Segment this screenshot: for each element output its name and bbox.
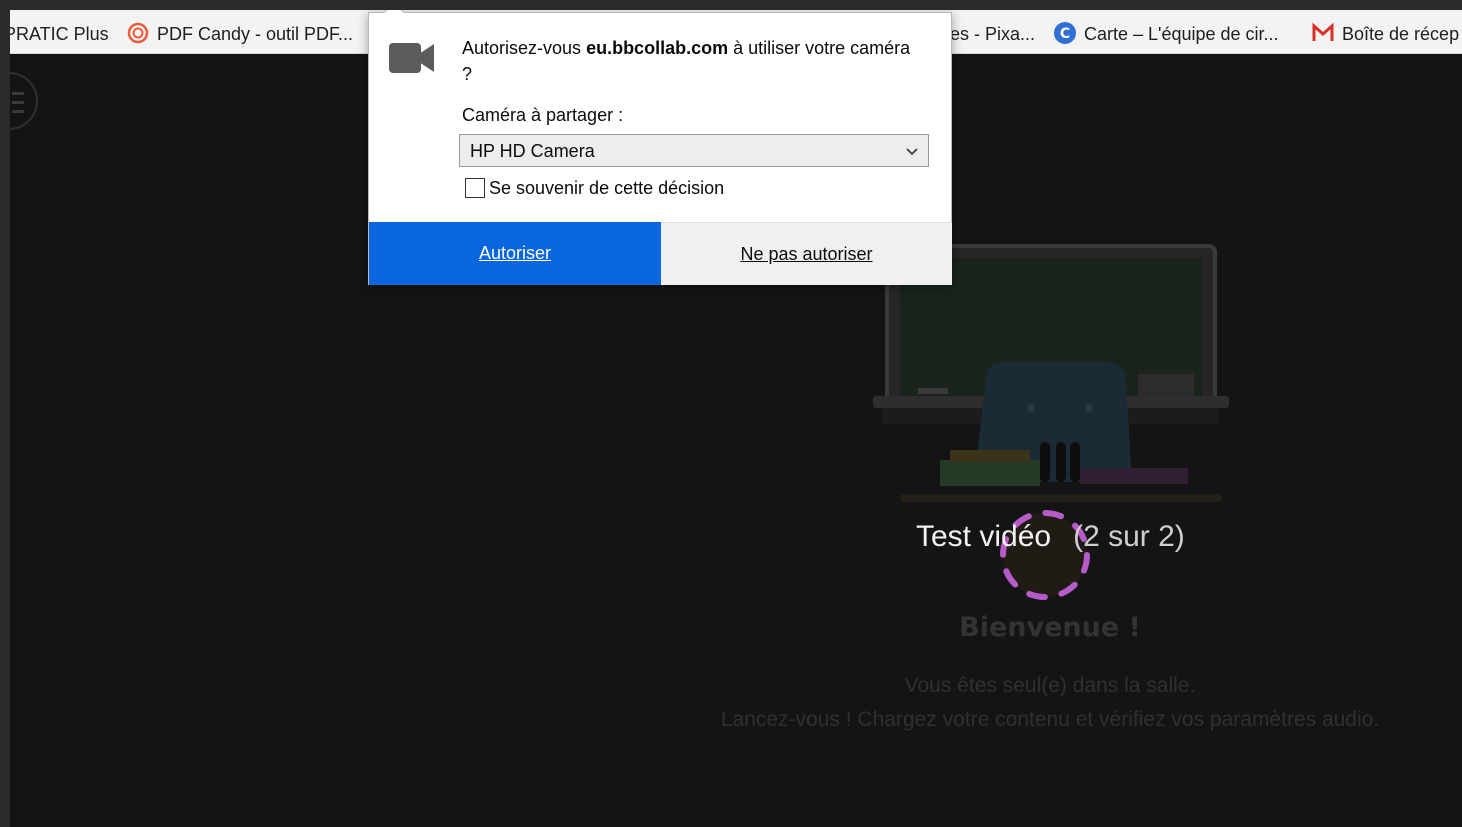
- bookmark-carte[interactable]: C Carte – L'équipe de cir...: [1054, 10, 1279, 53]
- camera-select-value: HP HD Camera: [470, 141, 595, 161]
- camera-select[interactable]: HP HD Camera: [459, 134, 929, 167]
- chevron-down-icon: [906, 148, 918, 156]
- bookmark-pixabay[interactable]: es - Pixa...: [950, 10, 1036, 53]
- alone-message: Vous êtes seul(e) dans la salle.: [904, 674, 1196, 697]
- gmail-icon: [1312, 22, 1334, 41]
- video-camera-icon: [389, 43, 434, 73]
- dialog-arrow: [384, 10, 404, 22]
- bookmark-pratic-plus[interactable]: PRATIC Plus: [10, 10, 109, 53]
- deny-label: Ne pas autoriser: [740, 244, 873, 264]
- carte-c-icon: C: [1054, 22, 1076, 44]
- welcome-heading: Bienvenue !: [959, 612, 1141, 643]
- bookmark-label: PDF Candy - outil PDF...: [157, 24, 354, 44]
- pdf-candy-icon: [127, 22, 149, 44]
- get-started-message: Lancez-vous ! Chargez votre contenu et v…: [720, 708, 1380, 731]
- bookmark-label: es - Pixa...: [950, 24, 1036, 44]
- loading-spinner-icon: [1000, 510, 1090, 600]
- camera-permission-dialog: Autorisez-vous eu.bbcollab.com à utilise…: [368, 10, 952, 285]
- prompt-domain: eu.bbcollab.com: [586, 38, 729, 58]
- test-step-counter: (2 sur 2): [1073, 520, 1185, 553]
- collab-room: PRATIC Plus PDF Candy - outil PDF... es …: [10, 10, 1462, 827]
- bookmark-gmail[interactable]: Boîte de récep: [1312, 10, 1460, 53]
- remember-checkbox[interactable]: [465, 178, 485, 198]
- remember-label: Se souvenir de cette décision: [489, 178, 725, 198]
- camera-select-label: Caméra à partager :: [462, 105, 624, 125]
- allow-button[interactable]: Autoriser: [369, 222, 661, 285]
- bookmark-pdf-candy[interactable]: PDF Candy - outil PDF...: [127, 10, 354, 53]
- deny-button[interactable]: Ne pas autoriser: [661, 222, 952, 285]
- bookmark-label: Boîte de récep: [1342, 24, 1460, 44]
- svg-text:C: C: [1060, 26, 1070, 42]
- allow-label: Autoriser: [478, 243, 552, 263]
- bookmark-label: PRATIC Plus: [10, 24, 109, 44]
- test-heading: Test vidéo (2 sur 2): [916, 520, 1185, 554]
- prompt-prefix: Autorisez-vous: [462, 38, 587, 58]
- test-title: Test vidéo: [916, 520, 1052, 553]
- bookmark-label: Carte – L'équipe de cir...: [1084, 24, 1279, 44]
- menu-icon[interactable]: [10, 72, 38, 130]
- remember-decision[interactable]: Se souvenir de cette décision: [465, 178, 724, 199]
- permission-prompt: Autorisez-vous eu.bbcollab.com à utilise…: [462, 35, 922, 87]
